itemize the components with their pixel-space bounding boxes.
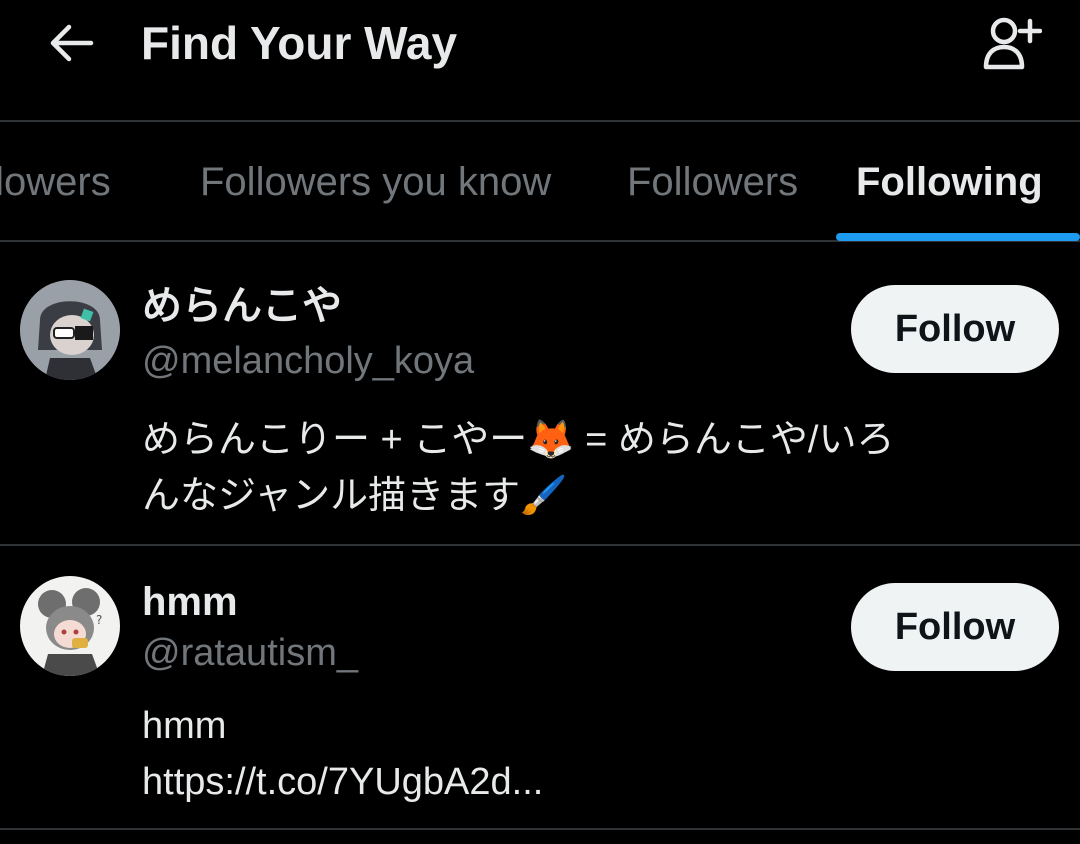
page-title: Find Your Way: [141, 17, 458, 69]
svg-text:?: ?: [96, 613, 102, 627]
tab-followers[interactable]: Followers: [627, 124, 798, 240]
user-bio: めらんこりー + こやー🦊 = めらんこや/いろ んなジャンル描きます🖌️: [142, 412, 1042, 524]
user-display-name: めらんこや: [142, 284, 342, 328]
tab-label: Followers: [627, 160, 799, 204]
tab-following[interactable]: Following: [856, 124, 1043, 240]
user-list-item[interactable]: ? hmm @ratautism_ Follow hmm https://t.c…: [0, 548, 1080, 830]
tab-followers-partial[interactable]: ollowers: [0, 124, 111, 240]
avatar-image: [20, 280, 120, 380]
avatar-image: ?: [20, 576, 120, 676]
user-handle: @ratautism_: [142, 632, 358, 674]
bio-line: んなジャンル描きます🖌️: [142, 475, 568, 517]
top-app-bar: Find Your Way: [0, 0, 1080, 122]
follow-button[interactable]: Follow: [851, 583, 1059, 671]
avatar[interactable]: [20, 280, 120, 380]
user-list-item[interactable]: めらんこや @melancholy_koya Follow めらんこりー + こ…: [0, 244, 1080, 546]
app-screen: Find Your Way ollowers Followers you kno…: [0, 0, 1080, 844]
tab-label: Following: [856, 160, 1043, 204]
tab-bar: ollowers Followers you know Followers Fo…: [0, 124, 1080, 242]
active-tab-indicator: [836, 233, 1080, 241]
person-plus-icon: [983, 17, 1042, 70]
avatar[interactable]: ?: [20, 576, 120, 676]
add-user-button[interactable]: [976, 12, 1048, 74]
back-button[interactable]: [40, 18, 102, 68]
user-display-name: hmm: [142, 580, 238, 624]
tab-followers-you-know[interactable]: Followers you know: [200, 124, 551, 240]
arrow-left-icon: [50, 24, 94, 62]
tab-label: ollowers: [0, 160, 111, 204]
user-bio: hmm https://t.co/7YUgbA2d...: [142, 698, 1042, 810]
tab-label: Followers you know: [200, 160, 552, 204]
bio-link[interactable]: https://t.co/7YUgbA2d...: [142, 754, 1042, 810]
list-continuation: [0, 830, 1080, 844]
user-handle: @melancholy_koya: [142, 340, 475, 382]
bio-line: hmm: [142, 705, 227, 747]
follow-button[interactable]: Follow: [851, 285, 1059, 373]
bio-line: めらんこりー + こやー🦊 = めらんこや/いろ: [142, 419, 895, 461]
